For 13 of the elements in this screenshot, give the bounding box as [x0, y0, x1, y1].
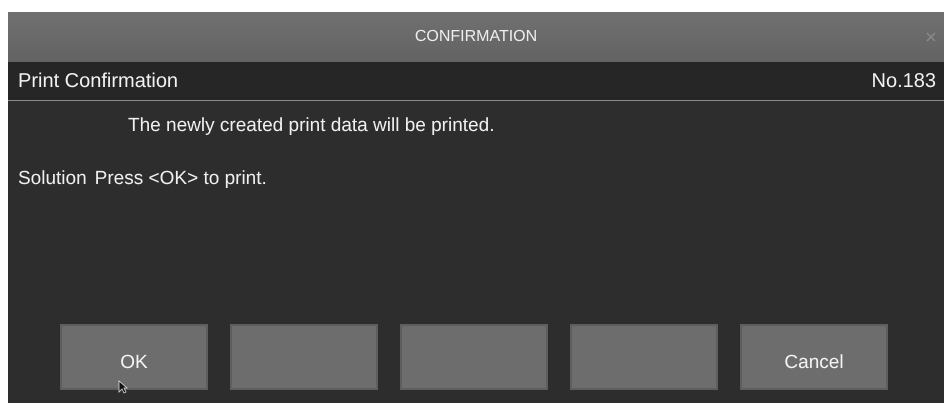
message-text: The newly created print data will be printed.	[128, 115, 496, 137]
ok-button[interactable]: OK	[60, 324, 208, 390]
cancel-button[interactable]: Cancel	[740, 324, 888, 390]
blank-button[interactable]	[570, 324, 718, 390]
close-icon[interactable]	[926, 32, 936, 42]
solution-label: Solution	[18, 168, 87, 190]
message-number: No.183	[872, 70, 936, 92]
solution-text: Press <OK> to print.	[94, 168, 267, 190]
header-title: Print Confirmation	[18, 70, 178, 92]
window-title: CONFIRMATION	[414, 28, 538, 46]
blank-button[interactable]	[400, 324, 548, 390]
pointer-icon	[118, 380, 128, 394]
blank-button[interactable]	[230, 324, 378, 390]
